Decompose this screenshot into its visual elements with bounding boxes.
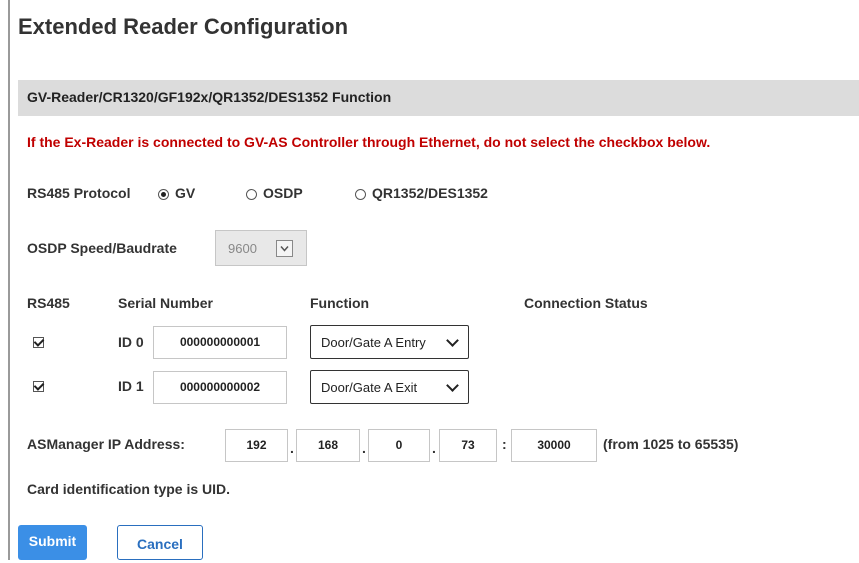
radio-empty-icon — [246, 189, 257, 200]
protocol-option-qr-label[interactable]: QR1352/DES1352 — [372, 185, 488, 201]
chevron-down-icon — [276, 240, 293, 257]
radio-selected-icon — [158, 189, 169, 200]
col-header-function: Function — [310, 295, 370, 311]
row-id-label: ID 0 — [118, 334, 144, 350]
serial-number-input[interactable]: 000000000002 — [153, 371, 287, 404]
protocol-option-gv-label[interactable]: GV — [175, 185, 195, 201]
protocol-label: RS485 Protocol — [27, 185, 131, 201]
ip-port-colon: : — [502, 436, 507, 452]
protocol-radio-osdp[interactable] — [246, 187, 257, 205]
rs485-checkbox-id0[interactable] — [33, 337, 44, 348]
protocol-radio-qr[interactable] — [355, 187, 366, 205]
ip-octet-4-input[interactable]: 73 — [439, 429, 497, 462]
osdp-speed-value: 9600 — [228, 241, 257, 256]
ip-dot: . — [432, 440, 436, 456]
function-select[interactable]: Door/Gate A Exit — [310, 370, 469, 404]
port-range-hint: (from 1025 to 65535) — [603, 436, 739, 452]
osdp-speed-label: OSDP Speed/Baudrate — [27, 240, 177, 256]
function-select[interactable]: Door/Gate A Entry — [310, 325, 469, 359]
page-title: Extended Reader Configuration — [18, 14, 349, 39]
section-title: GV-Reader/CR1320/GF192x/QR1352/DES1352 F… — [27, 89, 392, 105]
cancel-button[interactable]: Cancel — [117, 525, 203, 560]
radio-empty-icon — [355, 189, 366, 200]
function-select-value: Door/Gate A Entry — [321, 335, 426, 350]
col-header-serial: Serial Number — [118, 295, 213, 311]
chevron-down-icon — [446, 379, 459, 392]
ip-octet-2-input[interactable]: 168 — [296, 429, 360, 462]
serial-number-input[interactable]: 000000000001 — [153, 326, 287, 359]
ip-octet-3-input[interactable]: 0 — [368, 429, 430, 462]
col-header-rs485: RS485 — [27, 295, 70, 311]
rs485-checkbox-id1[interactable] — [33, 381, 44, 392]
ip-octet-1-input[interactable]: 192 — [225, 429, 288, 462]
col-header-status: Connection Status — [524, 295, 648, 311]
asmanager-ip-label: ASManager IP Address: — [27, 436, 185, 452]
function-select-value: Door/Gate A Exit — [321, 380, 418, 395]
ethernet-warning: If the Ex-Reader is connected to GV-AS C… — [27, 134, 711, 150]
protocol-radio-gv[interactable] — [158, 187, 169, 205]
chevron-down-icon — [446, 334, 459, 347]
row-id-label: ID 1 — [118, 378, 144, 394]
osdp-speed-select[interactable]: 9600 — [215, 230, 307, 266]
card-identification-info: Card identification type is UID. — [27, 481, 231, 497]
port-input[interactable]: 30000 — [511, 429, 597, 462]
ip-dot: . — [290, 440, 294, 456]
submit-button[interactable]: Submit — [18, 525, 87, 560]
ip-dot: . — [362, 440, 366, 456]
protocol-option-osdp-label[interactable]: OSDP — [263, 185, 303, 201]
